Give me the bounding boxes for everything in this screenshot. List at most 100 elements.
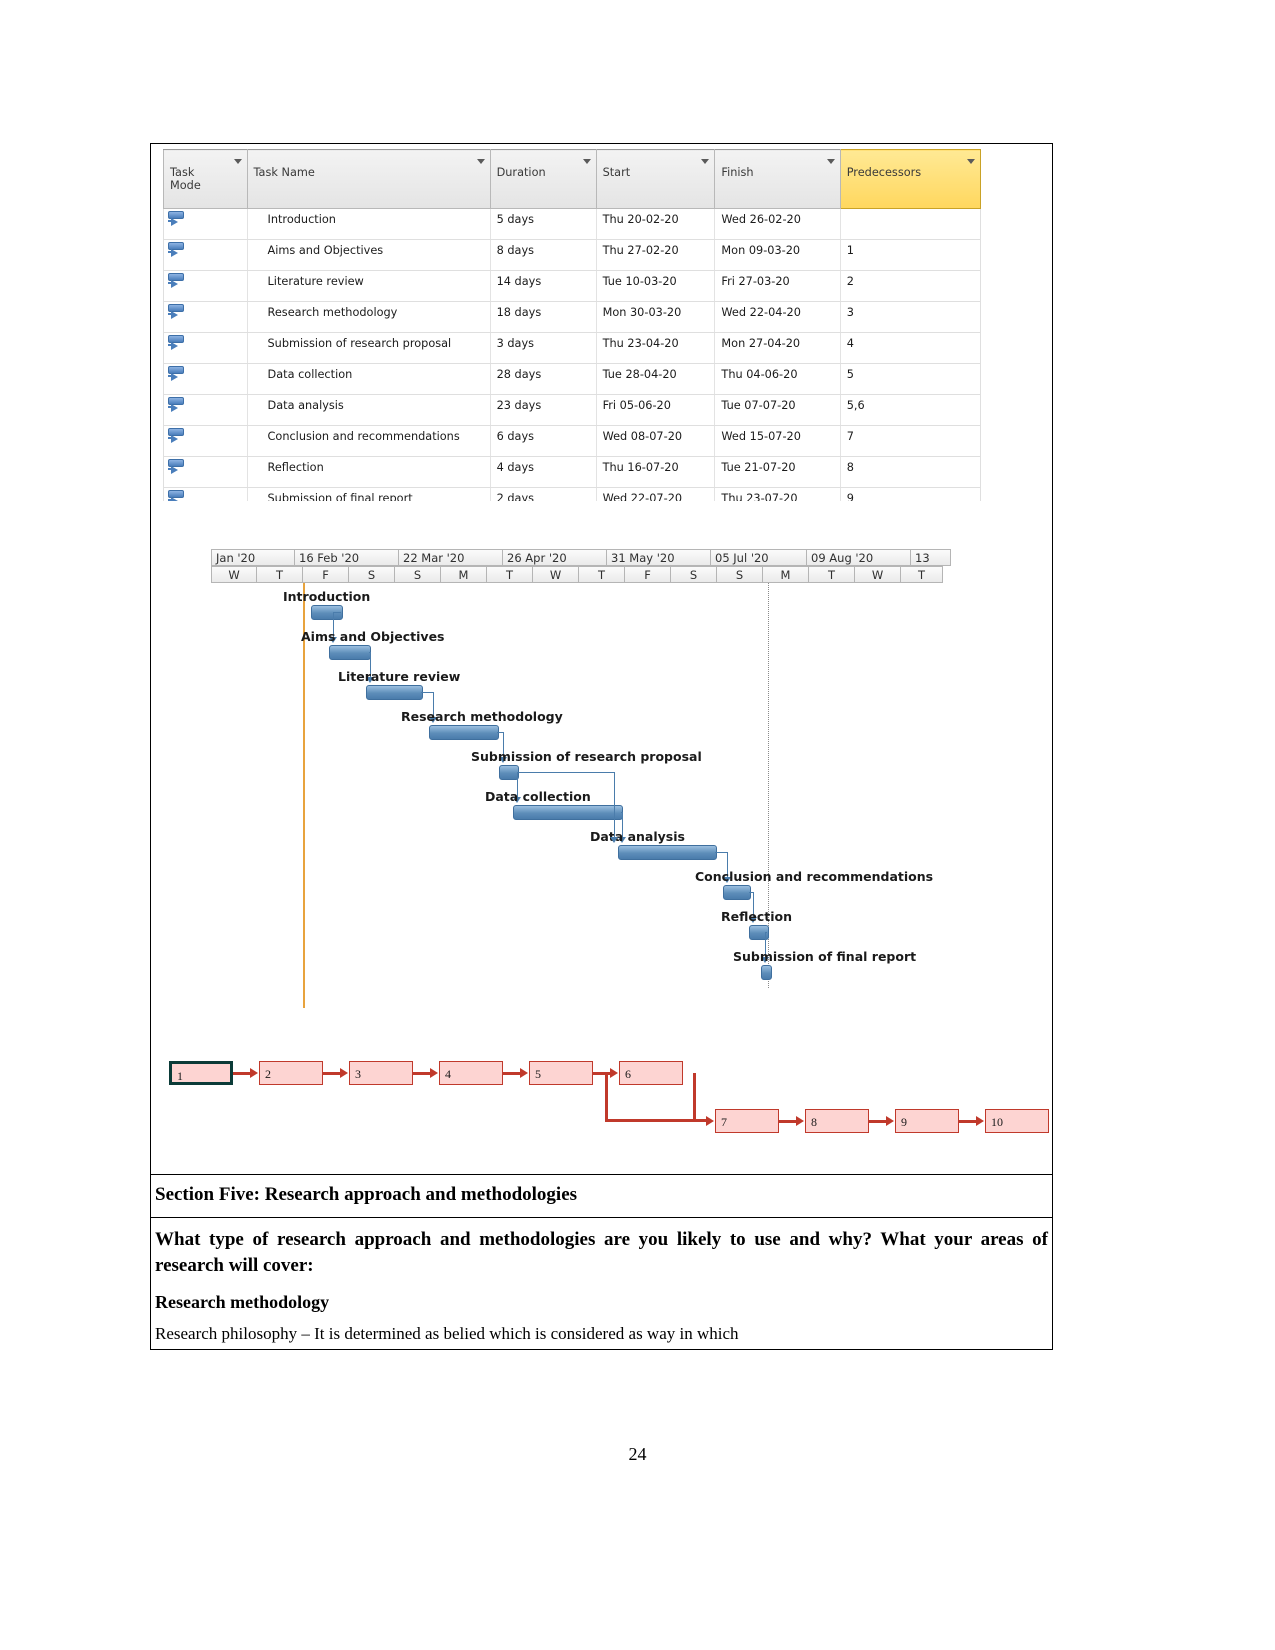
task-row[interactable]: Data analysis 23 days Fri 05-06-20 Tue 07-0… [163,393,981,426]
chevron-down-icon[interactable] [582,159,591,164]
predecessors-cell[interactable]: 3 [840,300,981,333]
duration-cell[interactable]: 5 days [490,207,597,240]
column-header-start[interactable]: Start [595,149,716,209]
task-mode-cell[interactable] [163,393,248,426]
gantt-bar[interactable] [513,805,623,820]
network-node[interactable]: 6 [619,1061,683,1085]
gantt-bar[interactable] [761,965,772,980]
predecessors-cell[interactable]: 5,6 [840,393,981,426]
task-name-cell[interactable]: Data analysis [247,393,491,426]
column-header-finish[interactable]: Finish [714,149,841,209]
gantt-bar[interactable] [429,725,499,740]
finish-date-cell[interactable]: Thu 04-06-20 [714,362,841,395]
task-name-cell[interactable]: Submission of final report [247,486,491,501]
task-row[interactable]: Aims and Objectives 8 days Thu 27-02-20 Mon… [163,238,981,271]
network-node[interactable]: 4 [439,1061,503,1085]
chevron-down-icon[interactable] [233,159,242,164]
column-header-task-name[interactable]: Task Name [246,149,491,209]
task-row[interactable]: Data collection 28 days Tue 28-04-20 Thu 04… [163,362,981,395]
predecessors-cell[interactable]: 8 [840,455,981,488]
network-node[interactable]: 1 [169,1061,233,1085]
start-date-cell[interactable]: Fri 05-06-20 [596,393,716,426]
finish-date-cell[interactable]: Tue 07-07-20 [714,393,841,426]
column-header-task-mode[interactable]: Task Mode [163,149,248,209]
task-name-cell[interactable]: Data collection [247,362,491,395]
network-node[interactable]: 10 [985,1109,1049,1133]
task-row[interactable]: Conclusion and recommendations 6 days Wed … [163,424,981,457]
chevron-down-icon[interactable] [967,159,975,164]
start-date-cell[interactable]: Thu 23-04-20 [596,331,716,364]
start-date-cell[interactable]: Wed 22-07-20 [596,486,716,501]
predecessors-cell[interactable]: 5 [840,362,981,395]
task-grid-viewport[interactable]: Task Mode Task Name Duration Start Finis… [163,149,981,501]
task-name-cell[interactable]: Research methodology [247,300,491,333]
task-mode-cell[interactable] [163,455,248,488]
task-mode-cell[interactable] [163,269,248,302]
duration-cell[interactable]: 4 days [490,455,597,488]
chevron-down-icon[interactable] [476,159,485,164]
task-row[interactable]: Research methodology 18 days Mon 30-03-20 W… [163,300,981,333]
predecessors-cell[interactable]: 1 [840,238,981,271]
predecessors-cell[interactable]: 4 [840,331,981,364]
task-name-cell[interactable]: Literature review [247,269,491,302]
task-name-cell[interactable]: Aims and Objectives [247,238,491,271]
chevron-down-icon[interactable] [701,159,710,164]
duration-cell[interactable]: 6 days [490,424,597,457]
duration-cell[interactable]: 14 days [490,269,597,302]
predecessors-cell[interactable] [840,207,981,240]
task-name-cell[interactable]: Introduction [247,207,491,240]
gantt-bar[interactable] [723,885,751,900]
finish-date-cell[interactable]: Mon 27-04-20 [714,331,841,364]
start-date-cell[interactable]: Tue 28-04-20 [596,362,716,395]
network-node[interactable]: 3 [349,1061,413,1085]
network-node[interactable]: 9 [895,1109,959,1133]
task-name-cell[interactable]: Submission of research proposal [247,331,491,364]
predecessors-cell[interactable]: 2 [840,269,981,302]
predecessors-cell[interactable]: 7 [840,424,981,457]
gantt-bar[interactable] [618,845,717,860]
predecessors-cell[interactable]: 9 [840,486,981,501]
network-node[interactable]: 2 [259,1061,323,1085]
start-date-cell[interactable]: Thu 27-02-20 [596,238,716,271]
column-header-predecessors[interactable]: Predecessors [839,149,981,209]
chevron-down-icon[interactable] [826,159,835,164]
network-node[interactable]: 8 [805,1109,869,1133]
duration-cell[interactable]: 8 days [490,238,597,271]
task-row[interactable]: Submission of final report 2 days Wed 22-0… [163,486,981,501]
finish-date-cell[interactable]: Wed 15-07-20 [714,424,841,457]
task-name-cell[interactable]: Reflection [247,455,491,488]
gantt-bar[interactable] [499,765,519,780]
gantt-bar[interactable] [366,685,423,700]
duration-cell[interactable]: 28 days [490,362,597,395]
duration-cell[interactable]: 23 days [490,393,597,426]
start-date-cell[interactable]: Thu 16-07-20 [596,455,716,488]
task-mode-cell[interactable] [163,486,248,501]
network-node[interactable]: 7 [715,1109,779,1133]
task-row[interactable]: Submission of research proposal 3 days Thu… [163,331,981,364]
finish-date-cell[interactable]: Wed 26-02-20 [714,207,841,240]
task-row[interactable]: Literature review 14 days Tue 10-03-20 Fri … [163,269,981,302]
task-mode-cell[interactable] [163,207,248,240]
task-mode-cell[interactable] [163,362,248,395]
start-date-cell[interactable]: Wed 08-07-20 [596,424,716,457]
finish-date-cell[interactable]: Thu 23-07-20 [714,486,841,501]
gantt-bar[interactable] [329,645,371,660]
task-mode-cell[interactable] [163,424,248,457]
task-row[interactable]: Introduction 5 days Thu 20-02-20 Wed 26-02-… [163,207,981,240]
start-date-cell[interactable]: Thu 20-02-20 [596,207,716,240]
start-date-cell[interactable]: Mon 30-03-20 [596,300,716,333]
task-name-cell[interactable]: Conclusion and recommendations [247,424,491,457]
duration-cell[interactable]: 2 days [490,486,597,501]
task-row[interactable]: Reflection 4 days Thu 16-07-20 Tue 21-07-20… [163,455,981,488]
finish-date-cell[interactable]: Fri 27-03-20 [714,269,841,302]
start-date-cell[interactable]: Tue 10-03-20 [596,269,716,302]
column-header-duration[interactable]: Duration [489,149,597,209]
duration-cell[interactable]: 18 days [490,300,597,333]
finish-date-cell[interactable]: Wed 22-04-20 [714,300,841,333]
network-node[interactable]: 5 [529,1061,593,1085]
finish-date-cell[interactable]: Mon 09-03-20 [714,238,841,271]
task-mode-cell[interactable] [163,300,248,333]
finish-date-cell[interactable]: Tue 21-07-20 [714,455,841,488]
task-mode-cell[interactable] [163,331,248,364]
duration-cell[interactable]: 3 days [490,331,597,364]
